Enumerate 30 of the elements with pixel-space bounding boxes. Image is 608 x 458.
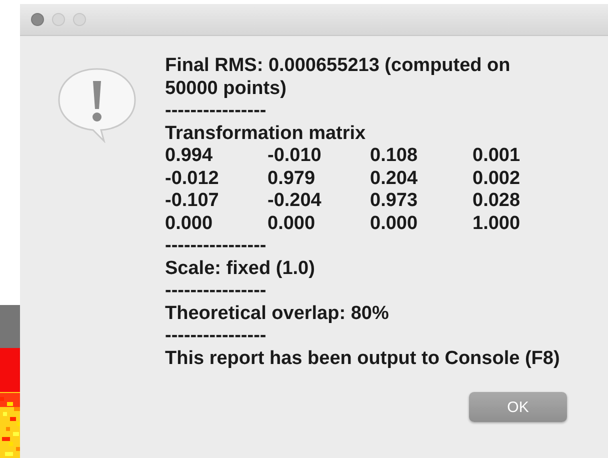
separator-text: ---------------- xyxy=(165,100,268,122)
matrix-value: -0.012 xyxy=(165,168,220,190)
matrix-value: -0.204 xyxy=(268,190,322,212)
matrix-value: 0.002 xyxy=(472,168,522,190)
report-text: This report has been output to Console (F8) xyxy=(165,348,561,370)
alert-icon xyxy=(56,67,136,143)
matrix-value: 0.000 xyxy=(268,212,316,235)
matrix-value: -0.010 xyxy=(268,145,322,168)
matrix-value: 0.994 xyxy=(165,145,214,168)
report-text: Scale: fixed (1.0) xyxy=(165,258,316,280)
matrix-value: 0.028 xyxy=(472,190,522,212)
ok-button[interactable]: OK xyxy=(469,392,567,422)
matrix-value: -0.107 xyxy=(165,190,220,212)
matrix-value: 0.108 xyxy=(370,145,419,168)
separator-text: ---------------- xyxy=(165,235,268,258)
report-text: Theoretical overlap: 80% xyxy=(165,302,390,325)
minimize-button[interactable] xyxy=(52,13,65,26)
close-button[interactable] xyxy=(31,13,44,26)
report-text: Transformation matrix xyxy=(165,122,367,145)
matrix-value: 1.000 xyxy=(472,212,522,235)
matrix-value: 0.001 xyxy=(472,145,522,168)
matrix-value: 0.000 xyxy=(370,212,419,235)
report-text: Final RMS: 0.000655213 (computed on 50000 points) xyxy=(165,55,512,100)
separator-text: ---------------- xyxy=(165,280,268,302)
matrix-value: 0.979 xyxy=(268,168,316,190)
matrix-value: 0.000 xyxy=(165,212,214,235)
matrix-value: 0.973 xyxy=(370,190,419,212)
separator-text: ---------------- xyxy=(165,325,268,348)
matrix-value: 0.204 xyxy=(370,168,419,190)
zoom-button[interactable] xyxy=(73,13,86,26)
